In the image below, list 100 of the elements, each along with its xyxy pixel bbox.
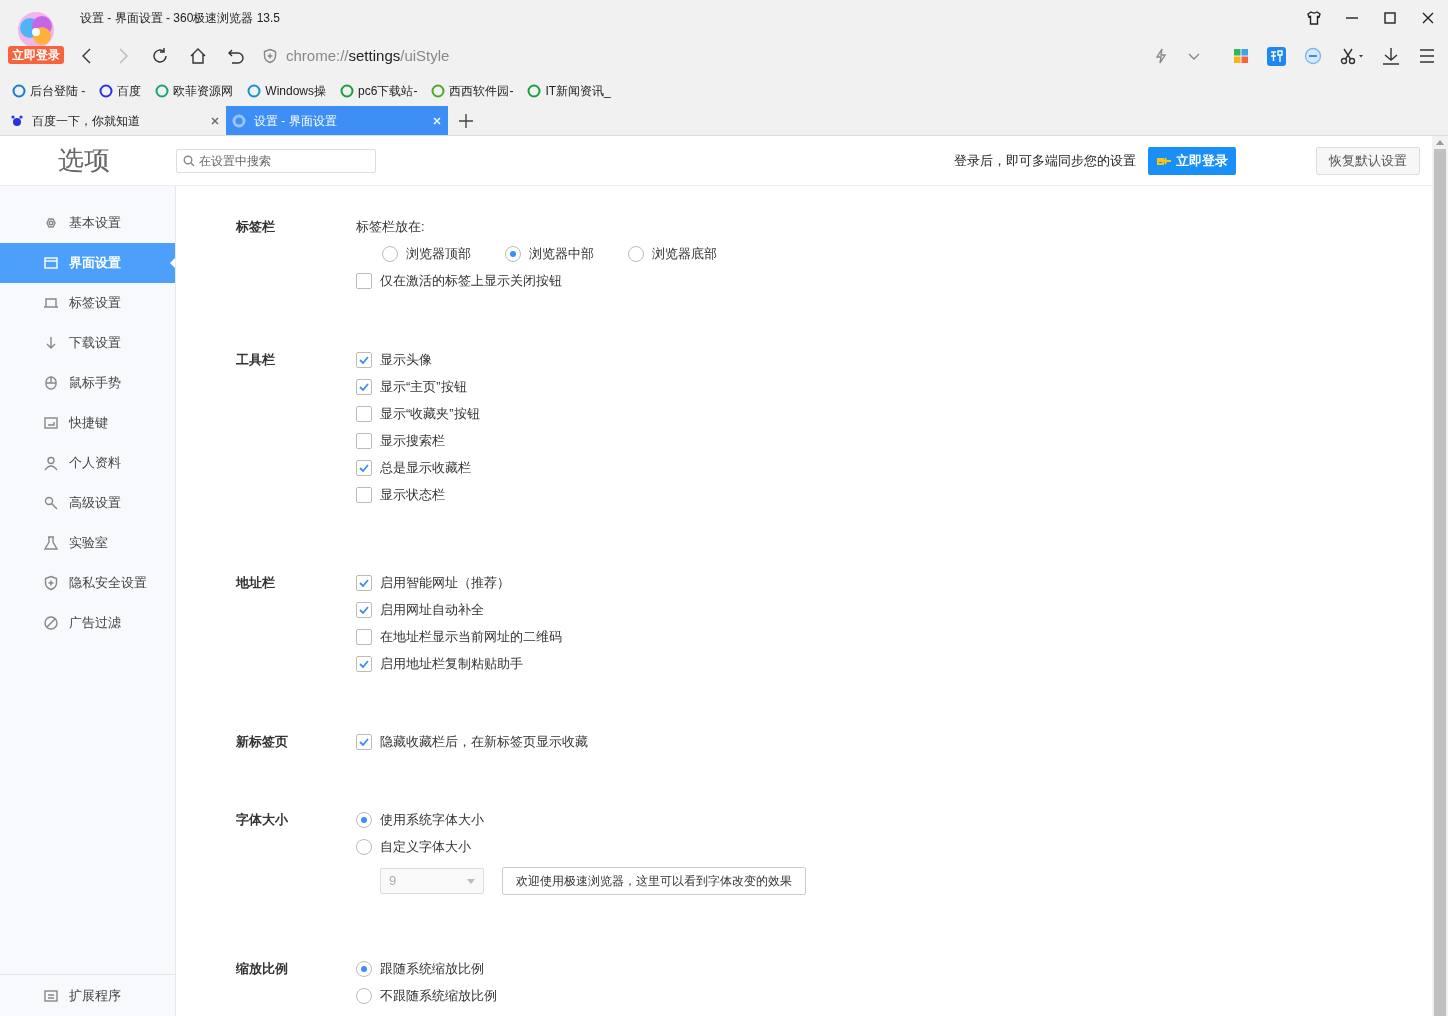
home-icon[interactable] xyxy=(188,46,208,66)
site-icon xyxy=(99,84,114,98)
lightning-icon[interactable] xyxy=(1153,48,1169,64)
section-heading: 工具栏 xyxy=(236,351,276,369)
bookmark-link[interactable]: pc6下载站- xyxy=(358,82,418,100)
sidebar-item[interactable]: 隐私安全设置 xyxy=(0,563,175,603)
checkmark-icon xyxy=(359,606,369,614)
radio-button[interactable] xyxy=(356,812,372,828)
section-heading: 新标签页 xyxy=(236,733,289,751)
sidebar-item[interactable]: 基本设置 xyxy=(0,203,175,243)
site-icon xyxy=(340,84,355,98)
sidebar-item[interactable]: 高级设置 xyxy=(0,483,175,523)
checkbox[interactable] xyxy=(356,352,372,368)
radio-button[interactable] xyxy=(356,988,372,1004)
search-field[interactable]: 在设置中搜索 xyxy=(176,148,376,173)
scrollbar-thumb[interactable] xyxy=(1434,149,1446,1016)
sidebar-item[interactable]: 实验室 xyxy=(0,523,175,563)
person-icon xyxy=(43,455,59,471)
checkbox-label: 总是显示收藏栏 xyxy=(380,459,471,478)
block-icon[interactable] xyxy=(1304,47,1322,65)
radio-label: 使用系统字体大小 xyxy=(380,811,484,830)
app-grid-icon[interactable] xyxy=(1233,48,1249,64)
radio-label: 自定义字体大小 xyxy=(380,838,471,857)
checkbox[interactable] xyxy=(356,602,372,618)
checkbox-label: 显示头像 xyxy=(380,351,432,370)
shield-icon xyxy=(262,48,278,64)
checkbox[interactable] xyxy=(356,460,372,476)
sidebar-item[interactable]: 下载设置 xyxy=(0,323,175,363)
radio-button[interactable] xyxy=(356,961,372,977)
checkbox-label: 显示搜索栏 xyxy=(380,432,445,451)
radio-button[interactable] xyxy=(356,839,372,855)
checkbox[interactable] xyxy=(356,379,372,395)
shirt-icon[interactable] xyxy=(1306,10,1322,26)
checkmark-icon xyxy=(359,464,369,472)
option-label: 标签栏放在: xyxy=(356,218,426,236)
window-title: 设置 - 界面设置 - 360极速浏览器 13.5 xyxy=(80,10,281,27)
close-icon[interactable] xyxy=(1420,10,1436,26)
checkbox-label: 启用地址栏复制粘贴助手 xyxy=(380,655,523,674)
radio-label: 浏览器中部 xyxy=(529,245,594,264)
radio-button[interactable] xyxy=(505,246,521,262)
download-icon[interactable] xyxy=(1382,47,1400,65)
checkmark-icon xyxy=(359,383,369,391)
shield-icon xyxy=(43,575,59,591)
radio-label: 跟随系统缩放比例 xyxy=(380,960,484,979)
search-input[interactable]: 在设置中搜索 xyxy=(199,151,369,170)
checkbox-label: 显示“收藏夹”按钮 xyxy=(380,405,480,424)
sidebar-item[interactable]: 快捷键 xyxy=(0,403,175,443)
checkbox-label: 隐藏收藏栏后，在新标签页显示收藏 xyxy=(380,733,588,752)
section-heading: 缩放比例 xyxy=(236,960,289,978)
checkmark-icon xyxy=(359,579,369,587)
sidebar-item[interactable]: 标签设置 xyxy=(0,283,175,323)
checkbox[interactable] xyxy=(356,433,372,449)
site-icon xyxy=(247,84,262,98)
prohibited-icon xyxy=(43,615,59,631)
browser-tab[interactable]: 百度一下，你就知道 xyxy=(4,106,226,135)
address-field[interactable]: chrome://settings/uiStyle xyxy=(286,44,450,68)
radio-label: 浏览器顶部 xyxy=(406,245,471,264)
bookmark-link[interactable]: IT新闻资讯_ xyxy=(545,82,611,100)
checkbox-label: 显示“主页”按钮 xyxy=(380,378,467,397)
search-icon xyxy=(183,154,195,167)
checkbox[interactable] xyxy=(356,734,372,750)
section-heading: 字体大小 xyxy=(236,811,289,829)
checkbox[interactable] xyxy=(356,273,372,289)
section-heading: 标签栏 xyxy=(236,218,276,236)
radio-label: 不跟随系统缩放比例 xyxy=(380,987,497,1006)
checkbox[interactable] xyxy=(356,656,372,672)
site-icon xyxy=(12,84,26,98)
site-icon xyxy=(527,84,542,98)
site-icon xyxy=(431,84,446,98)
sidebar-item[interactable]: 鼠标手势 xyxy=(0,363,175,403)
sidebar-item[interactable]: 广告过滤 xyxy=(0,603,175,643)
checkbox-label: 启用网址自动补全 xyxy=(380,601,484,620)
window-icon xyxy=(43,255,59,271)
site-icon xyxy=(155,84,170,98)
sidebar-item[interactable]: 个人资料 xyxy=(0,443,175,483)
bookmark-link[interactable]: 百度 xyxy=(117,82,142,100)
radio-button[interactable] xyxy=(628,246,644,262)
radio-button[interactable] xyxy=(382,246,398,262)
scrollbar[interactable] xyxy=(1432,136,1448,1016)
bookmark-link[interactable]: Windows操 xyxy=(265,82,327,100)
sync-prompt: 登录后，即可多端同步您的设置 xyxy=(954,151,1136,170)
checkbox[interactable] xyxy=(356,575,372,591)
extensions-link[interactable]: 扩展程序 xyxy=(0,974,175,1016)
checkmark-icon xyxy=(359,738,369,746)
scroll-up-icon[interactable] xyxy=(1436,140,1444,145)
reload-icon[interactable] xyxy=(150,46,170,66)
bookmark-link[interactable]: 欧菲资源网 xyxy=(173,82,234,100)
checkbox[interactable] xyxy=(356,406,372,422)
page-title: 选项 xyxy=(57,144,111,177)
bookmark-link[interactable]: 西西软件园- xyxy=(449,82,514,100)
new-tab-icon[interactable] xyxy=(458,112,474,129)
checkbox[interactable] xyxy=(356,487,372,503)
bookmark-link[interactable]: 后台登陆 - xyxy=(30,82,86,100)
scissors-icon[interactable] xyxy=(1340,47,1364,65)
maximize-icon[interactable] xyxy=(1382,10,1398,26)
reset-button[interactable]: 恢复默认设置 xyxy=(1316,146,1420,175)
mouse-icon xyxy=(43,375,59,391)
checkbox[interactable] xyxy=(356,629,372,645)
checkmark-icon xyxy=(359,356,369,364)
menu-icon[interactable] xyxy=(1418,47,1436,65)
